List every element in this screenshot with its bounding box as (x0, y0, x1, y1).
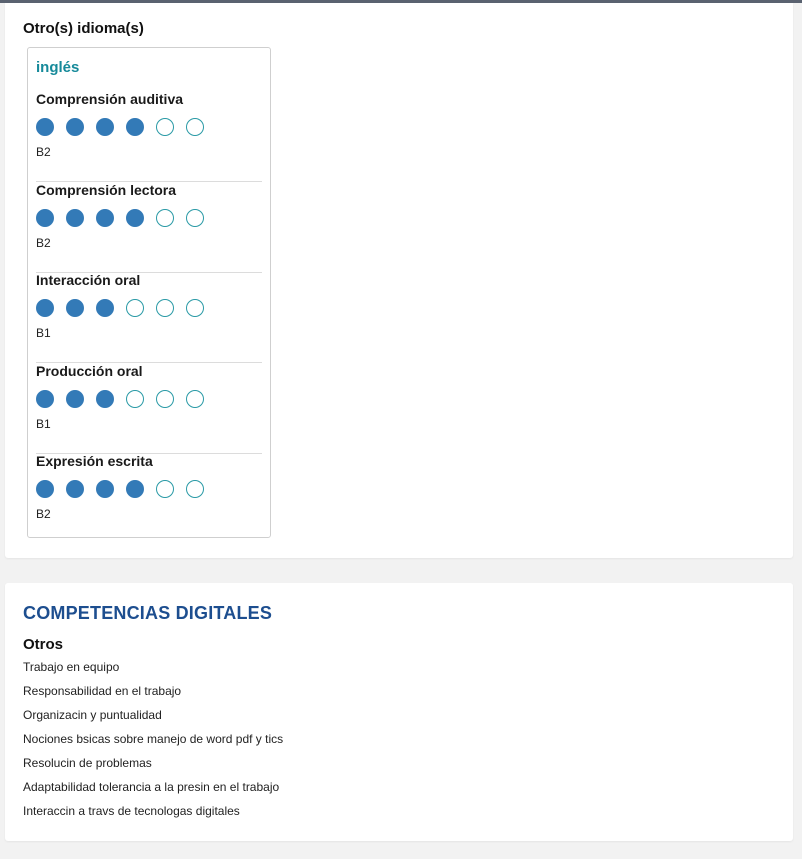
skill-spoken-interaction: Interacción oral B1 (36, 272, 262, 363)
list-item: Resolucin de problemas (23, 756, 152, 770)
language-box: inglés Comprensión auditiva B2 Comprensi… (27, 47, 271, 538)
list-item: Interaccin a travs de tecnologas digital… (23, 804, 240, 818)
rating-dot-empty (186, 118, 204, 136)
skill-writing: Expresión escrita B2 (36, 453, 262, 543)
list-item: Adaptabilidad tolerancia a la presin en … (23, 780, 280, 794)
list-item: Trabajo en equipo (23, 660, 120, 674)
rating-dot-empty (156, 299, 174, 317)
skill-level: B1 (36, 326, 51, 340)
rating-dot-filled (96, 118, 114, 136)
rating-dot-filled (66, 209, 84, 227)
rating-dot-filled (36, 390, 54, 408)
rating-dot-filled (96, 390, 114, 408)
rating-dot-filled (126, 480, 144, 498)
rating-dot-filled (96, 299, 114, 317)
rating-dot-filled (96, 480, 114, 498)
rating-dot-filled (96, 209, 114, 227)
skill-level: B2 (36, 145, 51, 159)
list-item: Organizacin y puntualidad (23, 708, 162, 722)
skill-title: Interacción oral (36, 272, 141, 288)
rating-dot-empty (126, 299, 144, 317)
skill-reading: Comprensión lectora B2 (36, 182, 262, 273)
rating-dot-empty (156, 480, 174, 498)
rating-dot-empty (186, 480, 204, 498)
skill-rating (36, 209, 216, 229)
skill-level: B2 (36, 236, 51, 250)
others-subheading: Otros (23, 636, 64, 653)
rating-dot-filled (66, 390, 84, 408)
skill-rating (36, 118, 216, 138)
skill-level: B2 (36, 507, 51, 521)
rating-dot-filled (36, 209, 54, 227)
rating-dot-filled (126, 118, 144, 136)
rating-dot-filled (66, 118, 84, 136)
rating-dot-empty (126, 390, 144, 408)
rating-dot-filled (126, 209, 144, 227)
rating-dot-filled (36, 299, 54, 317)
rating-dot-empty (156, 390, 174, 408)
rating-dot-filled (36, 480, 54, 498)
rating-dot-filled (66, 299, 84, 317)
language-name: inglés (36, 59, 80, 76)
digital-skills-title: COMPETENCIAS DIGITALES (23, 603, 273, 623)
skill-spoken-production: Producción oral B1 (36, 363, 262, 454)
rating-dot-empty (156, 209, 174, 227)
skill-rating (36, 299, 216, 319)
skill-title: Comprensión lectora (36, 182, 177, 198)
other-languages-heading: Otro(s) idioma(s) (23, 20, 144, 37)
list-item: Responsabilidad en el trabajo (23, 684, 182, 698)
skill-listening: Comprensión auditiva B2 (36, 91, 262, 182)
skill-level: B1 (36, 417, 51, 431)
languages-card: Otro(s) idioma(s) inglés Comprensión aud… (5, 3, 793, 558)
skill-title: Expresión escrita (36, 453, 153, 469)
skill-title: Producción oral (36, 363, 143, 379)
digital-skills-list: Trabajo en equipo Responsabilidad en el … (23, 660, 283, 828)
rating-dot-empty (156, 118, 174, 136)
skill-rating (36, 480, 216, 500)
rating-dot-empty (186, 209, 204, 227)
rating-dot-empty (186, 299, 204, 317)
rating-dot-filled (36, 118, 54, 136)
skill-title: Comprensión auditiva (36, 91, 184, 107)
rating-dot-filled (66, 480, 84, 498)
rating-dot-empty (186, 390, 204, 408)
digital-skills-card: COMPETENCIAS DIGITALES Otros Trabajo en … (5, 583, 793, 841)
skill-rating (36, 390, 216, 410)
list-item: Nociones bsicas sobre manejo de word pdf… (23, 732, 284, 746)
